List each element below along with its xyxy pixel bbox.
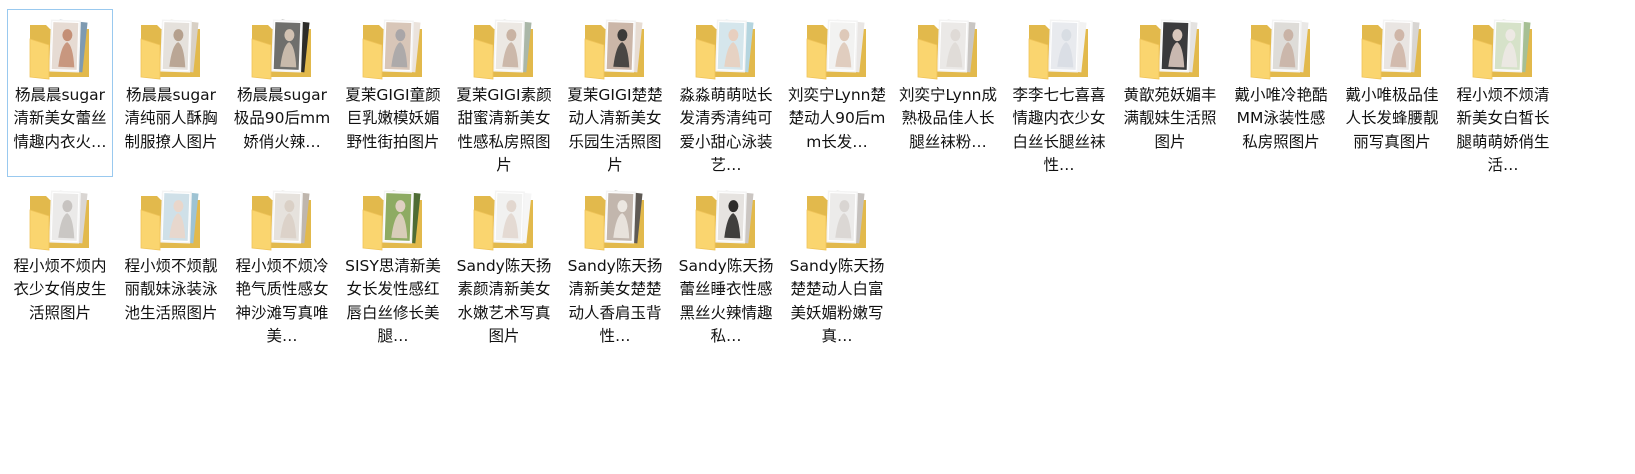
folder-name: 戴小唯冷艳酷MM泳装性感私房照图片 xyxy=(1234,86,1328,151)
folder-icon xyxy=(29,19,89,80)
folder-photo-preview xyxy=(1159,19,1198,73)
folder-icon xyxy=(1139,19,1199,80)
folder-icon xyxy=(140,19,200,80)
folder-name: 李李七七喜喜情趣内衣少女白丝长腿丝袜性… xyxy=(1012,86,1106,174)
folder-name: 刘奕宁Lynn楚楚动人90后mm长发… xyxy=(787,86,887,151)
folder-photo-preview xyxy=(826,190,865,244)
folder-icon xyxy=(1028,19,1088,80)
folder-photo-preview xyxy=(937,19,976,73)
folder-photo-preview xyxy=(1048,19,1087,73)
folder-name: 程小烦不烦冷艳气质性感女神沙滩写真唯美… xyxy=(235,257,329,345)
folder-item[interactable]: 黄歆苑妖媚丰满靓妹生活照图片 xyxy=(1117,9,1223,177)
folder-icon xyxy=(362,19,422,80)
folder-item[interactable]: Sandy陈天扬清新美女楚楚动人香肩玉背性… xyxy=(562,180,668,348)
folder-item[interactable]: 李李七七喜喜情趣内衣少女白丝长腿丝袜性… xyxy=(1006,9,1112,177)
folder-item[interactable]: 程小烦不烦清新美女白皙长腿萌萌娇俏生活… xyxy=(1450,9,1556,177)
folder-photo-preview xyxy=(160,19,199,73)
folder-item[interactable]: 杨晨晨sugar清新美女蕾丝情趣内衣火… xyxy=(7,9,113,177)
folder-item[interactable]: Sandy陈天扬蕾丝睡衣性感黑丝火辣情趣私… xyxy=(673,180,779,348)
folder-name: 夏茉GIGI楚楚动人清新美女乐园生活照图片 xyxy=(567,86,663,174)
folder-icon xyxy=(806,19,866,80)
folder-photo-preview xyxy=(271,19,310,73)
folder-icon xyxy=(29,190,89,251)
folder-photo-preview xyxy=(493,19,532,73)
folder-name: 夏茉GIGI素颜甜蜜清新美女性感私房照图片 xyxy=(456,86,552,174)
folder-item[interactable]: 淼淼萌萌哒长发清秀清纯可爱小甜心泳装艺… xyxy=(673,9,779,177)
folder-icon xyxy=(1472,19,1532,80)
folder-photo-preview xyxy=(1270,19,1309,73)
folder-item[interactable]: 戴小唯冷艳酷MM泳装性感私房照图片 xyxy=(1228,9,1334,177)
folder-icon xyxy=(695,19,755,80)
folder-item[interactable]: Sandy陈天扬素颜清新美女水嫩艺术写真图片 xyxy=(451,180,557,348)
folder-name: 程小烦不烦靓丽靓妹泳装泳池生活照图片 xyxy=(124,257,218,322)
folder-item[interactable]: 程小烦不烦内衣少女俏皮生活照图片 xyxy=(7,180,113,348)
folder-name: 杨晨晨sugar极品90后mm娇俏火辣… xyxy=(233,86,331,151)
folder-name: 黄歆苑妖媚丰满靓妹生活照图片 xyxy=(1123,86,1217,151)
folder-icon xyxy=(806,190,866,251)
folder-name: Sandy陈天扬蕾丝睡衣性感黑丝火辣情趣私… xyxy=(678,257,774,345)
folder-photo-preview xyxy=(382,190,421,244)
folder-item[interactable]: 夏茉GIGI楚楚动人清新美女乐园生活照图片 xyxy=(562,9,668,177)
folder-name: 程小烦不烦内衣少女俏皮生活照图片 xyxy=(13,257,107,322)
folder-item[interactable]: 夏茉GIGI素颜甜蜜清新美女性感私房照图片 xyxy=(451,9,557,177)
folder-name: Sandy陈天扬清新美女楚楚动人香肩玉背性… xyxy=(567,257,663,345)
folder-item[interactable]: 夏茉GIGI童颜巨乳嫩模妖媚野性街拍图片 xyxy=(340,9,446,177)
folder-name: 刘奕宁Lynn成熟极品佳人长腿丝袜粉… xyxy=(898,86,998,151)
folder-icon xyxy=(362,190,422,251)
folder-item[interactable]: 杨晨晨sugar清纯丽人酥胸制服撩人图片 xyxy=(118,9,224,177)
folder-icon xyxy=(695,190,755,251)
folder-icon xyxy=(1250,19,1310,80)
folder-item[interactable]: 戴小唯极品佳人长发蜂腰靓丽写真图片 xyxy=(1339,9,1445,177)
folder-icon xyxy=(1361,19,1421,80)
folder-icon xyxy=(251,190,311,251)
folder-icon xyxy=(140,190,200,251)
folder-name: SISY思清新美女长发性感红唇白丝修长美腿… xyxy=(345,257,441,345)
folder-name: Sandy陈天扬楚楚动人白富美妖媚粉嫩写真… xyxy=(789,257,885,345)
folder-item[interactable]: Sandy陈天扬楚楚动人白富美妖媚粉嫩写真… xyxy=(784,180,890,348)
folder-photo-preview xyxy=(1492,19,1531,73)
folder-item[interactable]: 刘奕宁Lynn成熟极品佳人长腿丝袜粉… xyxy=(895,9,1001,177)
folder-name: 杨晨晨sugar清新美女蕾丝情趣内衣火… xyxy=(13,86,107,151)
folder-icon xyxy=(917,19,977,80)
folder-item[interactable]: 刘奕宁Lynn楚楚动人90后mm长发… xyxy=(784,9,890,177)
folder-photo-preview xyxy=(604,19,643,73)
folder-item[interactable]: 程小烦不烦靓丽靓妹泳装泳池生活照图片 xyxy=(118,180,224,348)
folder-name: Sandy陈天扬素颜清新美女水嫩艺术写真图片 xyxy=(456,257,552,345)
folder-photo-preview xyxy=(715,19,754,73)
folder-photo-preview xyxy=(604,190,643,244)
folder-name: 淼淼萌萌哒长发清秀清纯可爱小甜心泳装艺… xyxy=(679,86,773,174)
folder-icon xyxy=(584,190,644,251)
folder-name: 杨晨晨sugar清纯丽人酥胸制服撩人图片 xyxy=(124,86,218,151)
folder-name: 夏茉GIGI童颜巨乳嫩模妖媚野性街拍图片 xyxy=(345,86,441,151)
folder-grid: 杨晨晨sugar清新美女蕾丝情趣内衣火… 杨晨晨sugar清纯丽人酥胸制服撩人图片… xyxy=(7,9,1556,348)
folder-icon xyxy=(584,19,644,80)
folder-photo-preview xyxy=(160,190,199,244)
folder-item[interactable]: 杨晨晨sugar极品90后mm娇俏火辣… xyxy=(229,9,335,177)
folder-icon xyxy=(473,19,533,80)
folder-photo-preview xyxy=(49,190,88,244)
folder-icon xyxy=(251,19,311,80)
folder-item[interactable]: SISY思清新美女长发性感红唇白丝修长美腿… xyxy=(340,180,446,348)
folder-photo-preview xyxy=(826,19,865,73)
folder-photo-preview xyxy=(271,190,310,244)
folder-item[interactable]: 程小烦不烦冷艳气质性感女神沙滩写真唯美… xyxy=(229,180,335,348)
folder-photo-preview xyxy=(49,19,88,73)
folder-photo-preview xyxy=(1381,19,1420,73)
folder-photo-preview xyxy=(493,190,532,244)
folder-name: 程小烦不烦清新美女白皙长腿萌萌娇俏生活… xyxy=(1456,86,1550,174)
folder-photo-preview xyxy=(382,19,421,73)
folder-icon xyxy=(473,190,533,251)
explorer-icon-view[interactable]: 杨晨晨sugar清新美女蕾丝情趣内衣火… 杨晨晨sugar清纯丽人酥胸制服撩人图片… xyxy=(0,0,1635,474)
folder-name: 戴小唯极品佳人长发蜂腰靓丽写真图片 xyxy=(1345,86,1439,151)
folder-photo-preview xyxy=(715,190,754,244)
